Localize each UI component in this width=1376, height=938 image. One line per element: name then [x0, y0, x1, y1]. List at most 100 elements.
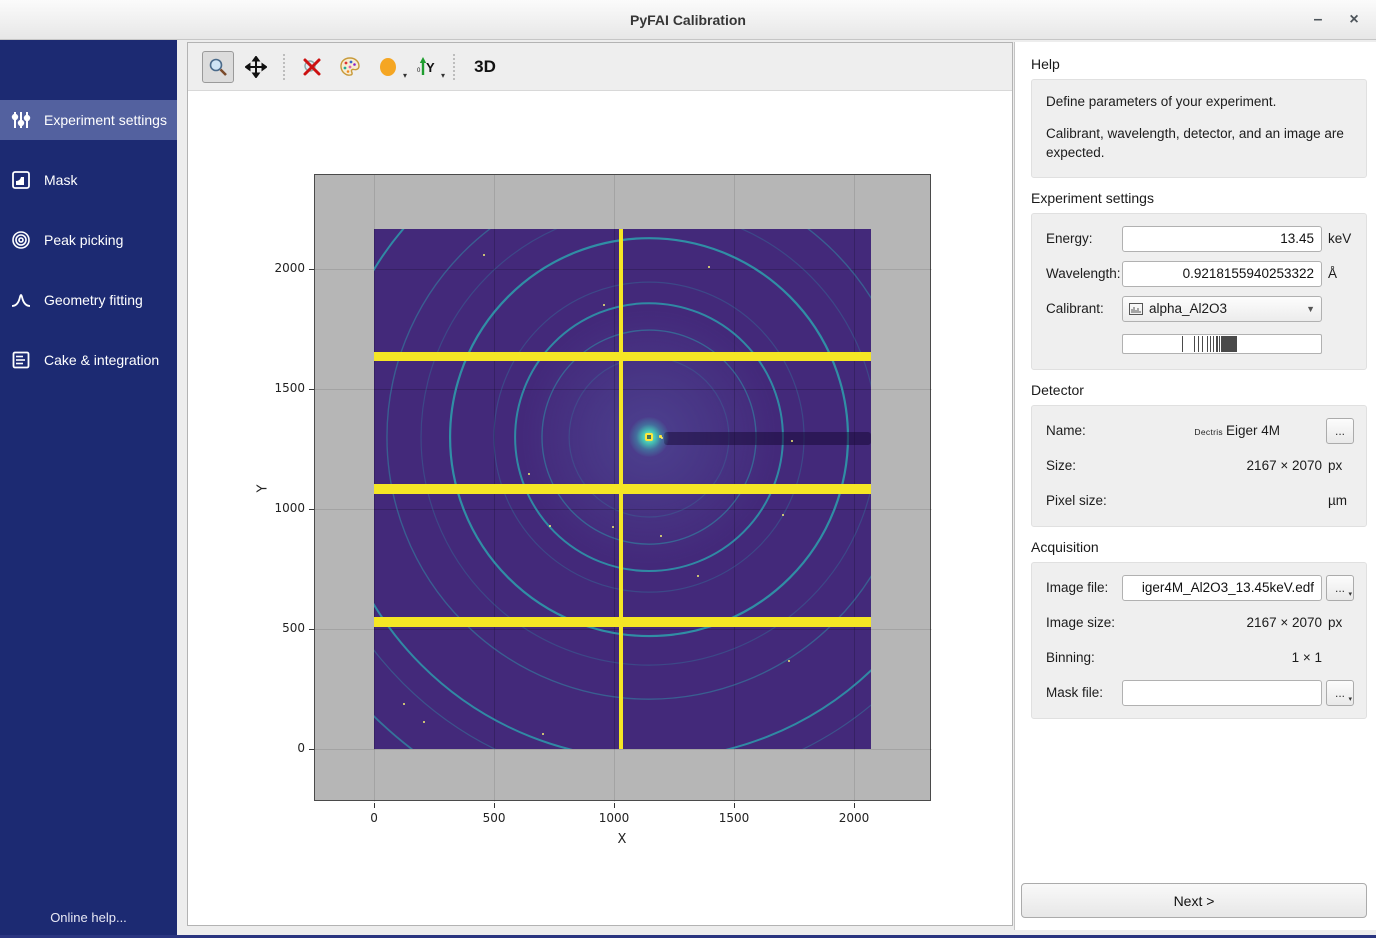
calibrant-ring-line — [1182, 336, 1183, 352]
detector-size-label: Size: — [1046, 458, 1122, 473]
hot-pixel-speck — [603, 304, 605, 306]
plot-canvas[interactable]: 05001000150020000500100015002000XY — [188, 91, 1012, 925]
pyfai-window: { "window": { "title": "PyFAI Calibratio… — [0, 0, 1376, 938]
image-file-input[interactable] — [1122, 575, 1322, 601]
y-axis-label: Y — [255, 484, 270, 492]
help-box: Define parameters of your experiment. Ca… — [1031, 79, 1367, 178]
zoom-tool-button[interactable] — [202, 51, 234, 83]
x-tick-label: 0 — [354, 811, 394, 825]
energy-unit: keV — [1322, 231, 1354, 246]
histogram-icon — [1129, 303, 1143, 315]
settings-panel: Help Define parameters of your experimen… — [1014, 42, 1376, 930]
svg-text:Y: Y — [426, 60, 435, 75]
y-tick-label: 2000 — [255, 261, 305, 275]
view-3d-button[interactable]: 3D — [466, 51, 504, 83]
color-mode-button[interactable]: ▾ — [372, 51, 404, 83]
x-tickmark — [854, 803, 855, 808]
calibrant-value: alpha_Al2O3 — [1149, 301, 1227, 316]
acquisition-section-title: Acquisition — [1031, 539, 1367, 555]
y-tickmark — [309, 509, 314, 510]
wavelength-label: Wavelength: — [1046, 266, 1122, 281]
beam-center-marker — [645, 433, 653, 441]
plot-panel: ▾ 0 Y ▾ 3D 05001000150020000500100015002… — [187, 42, 1013, 926]
mask-file-label: Mask file: — [1046, 685, 1122, 700]
calibrant-select[interactable]: alpha_Al2O3 ▼ — [1122, 296, 1322, 322]
reset-zoom-icon — [300, 55, 324, 79]
pan-tool-button[interactable] — [240, 51, 272, 83]
zoom-icon — [207, 56, 229, 78]
color-mode-icon — [377, 56, 399, 78]
y-tickmark — [309, 389, 314, 390]
mask-icon — [10, 169, 32, 191]
peak-curve-icon — [10, 289, 32, 311]
sidebar-item-cake-integration[interactable]: Cake & integration — [0, 340, 177, 380]
y-axis-icon: 0 Y — [414, 55, 438, 79]
sidebar: Experiment settings Mask Peak picking Ge… — [0, 40, 177, 935]
close-button[interactable]: × — [1340, 6, 1368, 34]
online-help-link[interactable]: Online help... — [0, 910, 177, 925]
colormap-button[interactable] — [334, 51, 366, 83]
hot-pixel-speck — [697, 575, 699, 577]
hot-pixel-speck — [661, 437, 663, 439]
titlebar: PyFAI Calibration – × — [0, 0, 1376, 40]
sidebar-item-label: Experiment settings — [44, 112, 167, 128]
next-button[interactable]: Next > — [1021, 883, 1367, 918]
sidebar-item-peak-picking[interactable]: Peak picking — [0, 220, 177, 260]
dropdown-arrow-icon: ▾ — [441, 72, 445, 80]
mask-file-browse-button[interactable]: ...▾ — [1326, 680, 1354, 706]
wavelength-unit: Å — [1322, 266, 1354, 281]
module-gap-vertical — [619, 229, 623, 749]
pixel-size-row: Pixel size: µm — [1046, 488, 1354, 514]
dropdown-arrow-icon: ▾ — [1348, 591, 1352, 599]
experiment-settings-box: Energy: keV Wavelength: Å Calibrant: alp… — [1031, 213, 1367, 370]
x-axis-label: X — [618, 832, 627, 847]
help-text-line1: Define parameters of your experiment. — [1046, 92, 1354, 112]
acquisition-box: Image file: ...▾ Image size: 2167 × 2070… — [1031, 562, 1367, 719]
sidebar-item-mask[interactable]: Mask — [0, 160, 177, 200]
diffraction-ring — [387, 229, 871, 699]
minimize-button[interactable]: – — [1304, 6, 1332, 34]
energy-input[interactable] — [1122, 226, 1322, 252]
calibrant-ring-line — [1236, 336, 1237, 352]
binning-label: Binning: — [1046, 650, 1122, 665]
x-tick-label: 500 — [474, 811, 514, 825]
image-size-row: Image size: 2167 × 2070 px — [1046, 610, 1354, 636]
image-file-row: Image file: ...▾ — [1046, 575, 1354, 601]
sidebar-item-label: Geometry fitting — [44, 292, 143, 308]
image-size-value: 2167 × 2070 — [1122, 615, 1322, 630]
reset-zoom-button[interactable] — [296, 51, 328, 83]
window-title: PyFAI Calibration — [630, 12, 746, 28]
calibrant-ring-line — [1202, 336, 1203, 352]
calibrant-ring-line — [1213, 336, 1214, 352]
sidebar-item-experiment-settings[interactable]: Experiment settings — [0, 100, 177, 140]
pixel-size-unit: µm — [1322, 493, 1354, 508]
x-tick-label: 1000 — [594, 811, 634, 825]
colormap-palette-icon — [338, 55, 362, 79]
mask-file-row: Mask file: ...▾ — [1046, 680, 1354, 706]
plot-axes[interactable]: 05001000150020000500100015002000XY — [314, 174, 931, 801]
image-file-browse-button[interactable]: ...▾ — [1326, 575, 1354, 601]
experiment-section-title: Experiment settings — [1031, 190, 1367, 206]
image-file-label: Image file: — [1046, 580, 1122, 595]
calibrant-label: Calibrant: — [1046, 301, 1122, 316]
sidebar-item-geometry-fitting[interactable]: Geometry fitting — [0, 280, 177, 320]
hot-pixel-speck — [528, 473, 530, 475]
y-tickmark — [309, 749, 314, 750]
wavelength-input[interactable] — [1122, 261, 1322, 287]
dropdown-arrow-icon: ▾ — [1348, 696, 1352, 704]
sidebar-item-label: Mask — [44, 172, 77, 188]
y-tickmark — [309, 269, 314, 270]
y-axis-orientation-button[interactable]: 0 Y ▾ — [410, 51, 442, 83]
toolbar-separator — [283, 54, 285, 80]
detector-size-row: Size: 2167 × 2070 px — [1046, 453, 1354, 479]
y-tick-label: 0 — [255, 741, 305, 755]
detector-name-value: DectrisEiger 4M — [1122, 423, 1322, 438]
detector-more-button[interactable]: ... — [1326, 418, 1354, 444]
x-tickmark — [374, 803, 375, 808]
energy-label: Energy: — [1046, 231, 1122, 246]
mask-file-input[interactable] — [1122, 680, 1322, 706]
detector-name-row: Name: DectrisEiger 4M ... — [1046, 418, 1354, 444]
detector-name-label: Name: — [1046, 423, 1122, 438]
detector-image[interactable] — [374, 229, 871, 749]
calibrant-ring-line — [1210, 336, 1211, 352]
